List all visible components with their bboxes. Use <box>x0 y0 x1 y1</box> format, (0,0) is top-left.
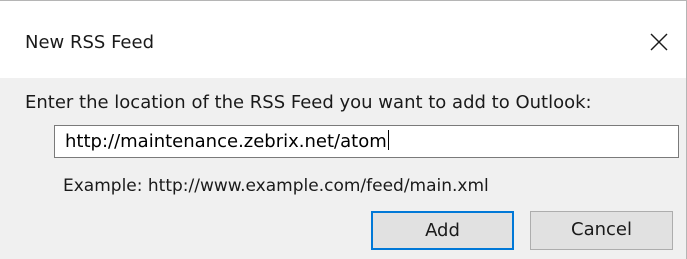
example-hint: Example: http://www.example.com/feed/mai… <box>63 176 489 196</box>
dialog-titlebar[interactable]: New RSS Feed <box>0 0 686 78</box>
add-button[interactable]: Add <box>371 211 514 250</box>
close-icon <box>650 33 668 51</box>
dialog-body: Enter the location of the RSS Feed you w… <box>0 78 686 259</box>
cancel-button[interactable]: Cancel <box>530 211 673 250</box>
text-caret <box>387 130 389 150</box>
feed-url-value: http://maintenance.zebrix.net/atom <box>65 131 387 152</box>
close-button[interactable] <box>630 19 686 67</box>
dialog-title: New RSS Feed <box>25 32 155 53</box>
new-rss-feed-dialog: New RSS Feed Enter the location of the R… <box>0 0 687 259</box>
feed-location-label: Enter the location of the RSS Feed you w… <box>25 92 592 113</box>
feed-url-input[interactable]: http://maintenance.zebrix.net/atom <box>54 125 679 158</box>
